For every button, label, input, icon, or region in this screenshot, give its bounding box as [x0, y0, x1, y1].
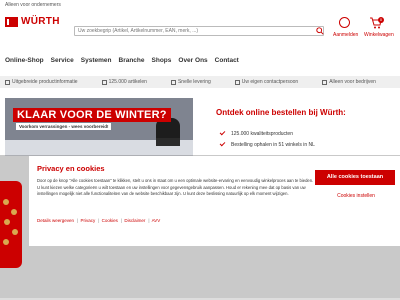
logo-mark-icon [5, 16, 20, 27]
promo-list: 125.000 kwaliteitsproducten Bestelling o… [219, 128, 315, 150]
cart-label[interactable]: Winkelwagen [364, 32, 394, 38]
winter-banner[interactable]: KLAAR VOOR DE WINTER? Voorkom verrassing… [5, 98, 193, 156]
nav-item-contact[interactable]: Contact [215, 55, 239, 69]
person-icon [234, 79, 240, 85]
product-image [0, 181, 22, 268]
coin-shape [3, 199, 9, 205]
nav-item-shops[interactable]: Shops [152, 55, 172, 69]
cart-count-badge: 0 [378, 17, 384, 23]
nav-item-over-ons[interactable]: Over Ons [178, 55, 207, 69]
nav-item-branche[interactable]: Branche [119, 55, 145, 69]
coin-shape [3, 239, 9, 245]
info-icon [5, 79, 10, 85]
search-icon[interactable] [316, 27, 324, 35]
cookie-text: Door op de knop "Alle cookies toestaan" … [37, 178, 314, 196]
promo-title: Ontdek online bestellen bij Würth: [216, 108, 346, 117]
nav-item-systemen[interactable]: Systemen [81, 55, 112, 69]
search-input[interactable] [74, 26, 324, 36]
coin-shape [11, 209, 17, 215]
box-icon [101, 79, 107, 85]
logo-text: WÜRTH [21, 16, 60, 27]
disclaimer-link[interactable]: Disclaimer [124, 218, 145, 223]
cookie-dialog: Privacy en cookies Door op de knop "Alle… [29, 156, 400, 246]
truck-icon [170, 79, 176, 85]
building-icon [322, 79, 328, 85]
details-link[interactable]: Details weergeven [37, 218, 74, 223]
avv-link[interactable]: AVV [152, 218, 161, 223]
list-item: 125.000 kwaliteitsproducten [219, 128, 315, 139]
check-icon [219, 129, 226, 136]
topbar: Alleen voor ondernemers [0, 0, 400, 12]
cookie-title: Privacy en cookies [37, 164, 105, 173]
nav-item-service[interactable]: Service [51, 55, 74, 69]
cookie-links: Details weergeven | Privacy | Cookies | Dis… [37, 218, 161, 223]
privacy-link[interactable]: Privacy [80, 218, 95, 223]
nav-item-online-shop[interactable]: Online-Shop [5, 55, 44, 69]
usp-item: Alleen voor bedrijven [322, 79, 376, 85]
coin-shape [12, 229, 18, 235]
wurth-logo[interactable]: WÜRTH [5, 16, 60, 27]
banner-subline: Voorkom verrassingen - wees voorbereid! [16, 123, 112, 130]
banner-headline: KLAAR VOOR DE WINTER? [13, 108, 171, 122]
account-icon[interactable] [339, 17, 350, 28]
cookie-settings-link[interactable]: Cookies instellen [325, 193, 387, 199]
coin-shape [4, 219, 10, 225]
usp-item: 125.000 artikelen [101, 79, 147, 85]
accept-all-cookies-button[interactable]: Alle cookies toestaan [315, 170, 395, 185]
main-nav: Online-Shop Service Systemen Branche Sho… [0, 55, 400, 69]
check-icon [219, 140, 226, 147]
usp-item: Uitgebreide productinformatie [5, 79, 78, 85]
topbar-text: Alleen voor ondernemers [5, 2, 61, 8]
cookies-link[interactable]: Cookies [102, 218, 118, 223]
usp-bar: Uitgebreide productinformatie 125.000 ar… [0, 76, 400, 88]
usp-item: Uw eigen contactpersoon [234, 79, 298, 85]
usp-item: Snelle levering [170, 79, 211, 85]
list-item: Bestelling ophalen in 51 winkels in NL [219, 139, 315, 150]
account-label[interactable]: Aanmelden [333, 32, 358, 38]
beanie-band [156, 138, 180, 146]
